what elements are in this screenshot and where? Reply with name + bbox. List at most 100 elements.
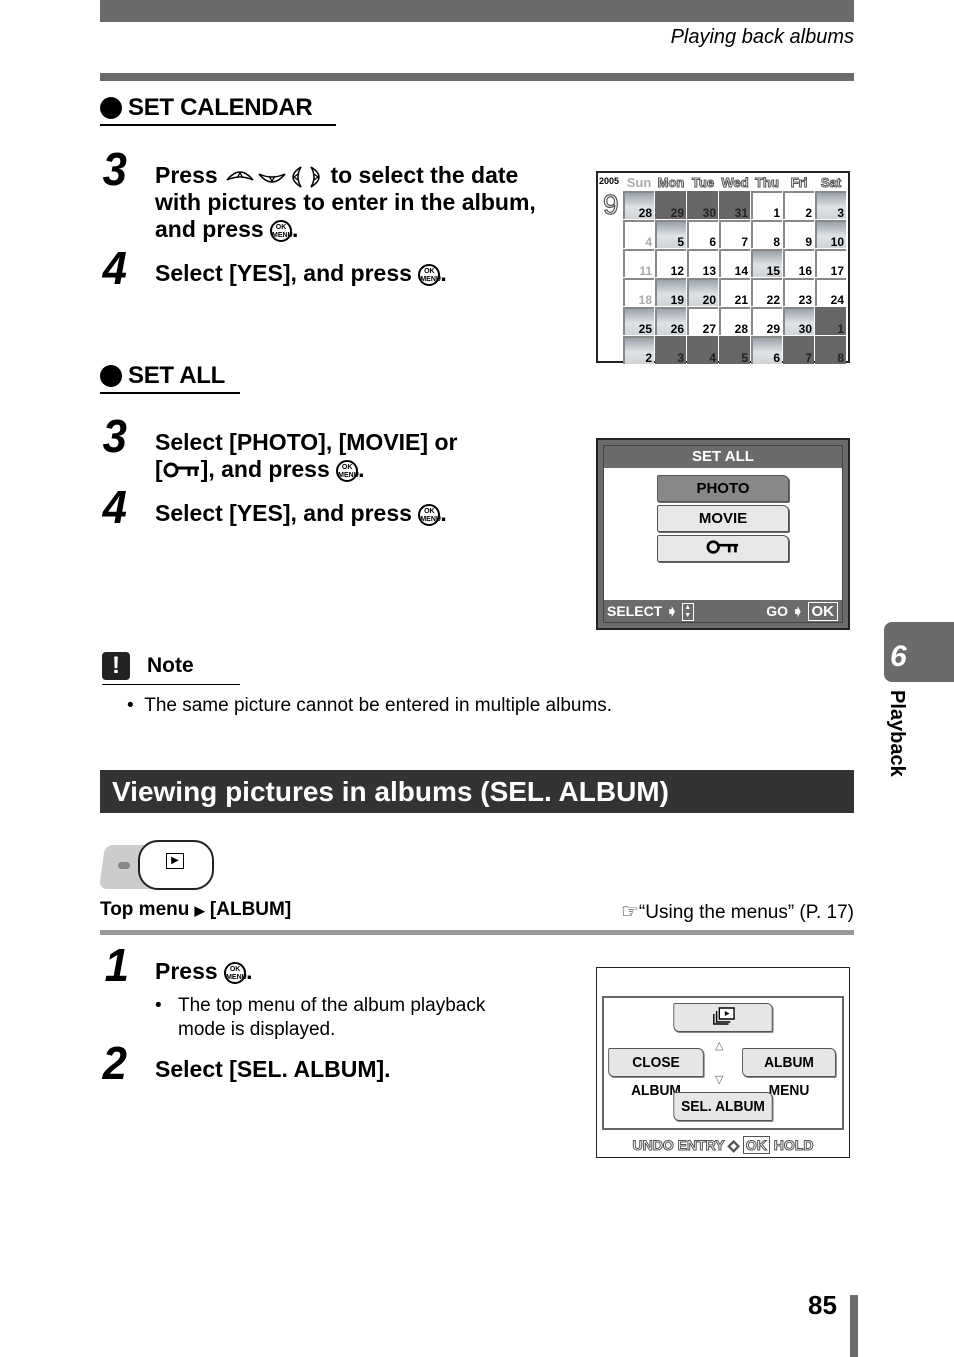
- calendar-day[interactable]: 8: [815, 336, 846, 365]
- calendar-day[interactable]: 25: [623, 307, 654, 336]
- weekday-sun: Sun: [626, 175, 652, 190]
- album-playback-button[interactable]: [673, 1003, 773, 1032]
- calendar-day[interactable]: 4: [687, 336, 718, 365]
- ok-menu-button-icon: OK MENU: [418, 263, 441, 286]
- protect-key-icon: [706, 540, 739, 554]
- running-head: Playing back albums: [670, 26, 854, 48]
- calendar-day[interactable]: 1: [751, 191, 782, 220]
- sel-album-button[interactable]: SEL. ALBUM: [673, 1092, 773, 1121]
- step-text: Select [YES], and press: [155, 260, 412, 286]
- set-all-screen: SET ALL PHOTO MOVIE SELECT ➧ ▲ ▼ GO ➧ OK: [596, 438, 850, 630]
- step-number: 3: [102, 410, 127, 462]
- calendar-day[interactable]: 26: [655, 307, 686, 336]
- set-calendar-title: SET CALENDAR: [128, 94, 313, 121]
- exclamation-icon: !: [102, 652, 130, 680]
- note-title: Note: [147, 654, 194, 677]
- calendar-day[interactable]: 13: [687, 249, 718, 278]
- calendar-day[interactable]: 4: [623, 220, 654, 249]
- section-banner: Viewing pictures in albums (SEL. ALBUM): [100, 770, 854, 813]
- page-number-bar: [850, 1295, 858, 1357]
- menu-path: Top menu ▶ [ALBUM]: [100, 899, 292, 920]
- down-triangle-icon: ▽: [715, 1074, 724, 1086]
- option-movie[interactable]: MOVIE: [657, 505, 789, 532]
- calendar-day[interactable]: 12: [655, 249, 686, 278]
- go-hint: GO ➧ OK: [766, 600, 838, 623]
- album-menu-button[interactable]: ALBUM MENU: [742, 1048, 836, 1099]
- protect-key-icon: [163, 462, 199, 478]
- ok-menu-button-icon: OK MENU: [336, 459, 359, 482]
- set-all-title: SET ALL: [128, 362, 226, 389]
- calendar-day[interactable]: 23: [783, 278, 814, 307]
- set-calendar-heading: SET CALENDAR: [100, 94, 336, 126]
- step-text: Press: [155, 162, 218, 188]
- step-1-text: Press OK MENU.: [155, 958, 253, 984]
- step-3-calendar-text: Press to select the date with pictures t…: [155, 162, 536, 242]
- calendar-screen: 2005 9 Sun Mon Tue Wed Thu Fri Sat 28 29 30 31 1 2 3…: [596, 171, 850, 365]
- pointing-hand-icon: ☞: [620, 901, 639, 923]
- calendar-day[interactable]: 17: [815, 249, 846, 278]
- note-heading: ! Note: [102, 652, 240, 685]
- calendar-day[interactable]: 2: [623, 336, 654, 365]
- ok-menu-button-icon: OK MENU: [418, 503, 441, 526]
- set-all-panel: SET ALL PHOTO MOVIE SELECT ➧ ▲ ▼ GO ➧ OK: [603, 445, 843, 623]
- calendar-day[interactable]: 30: [687, 191, 718, 220]
- album-footer-hint: UNDO ENTRY ◇ OK HOLD: [632, 1136, 814, 1154]
- calendar-day[interactable]: 19: [655, 278, 686, 307]
- page-number: 85: [808, 1290, 837, 1320]
- step-number: 1: [104, 939, 129, 991]
- album-menu-frame: CLOSE ALBUM ALBUM MENU △ ▽ SEL. ALBUM: [602, 996, 844, 1130]
- weekday-mon: Mon: [657, 175, 685, 191]
- calendar-day[interactable]: 2: [783, 191, 814, 220]
- ok-label: OK: [807, 602, 838, 621]
- calendar-day[interactable]: 27: [687, 307, 718, 336]
- calendar-day[interactable]: 15: [751, 249, 782, 278]
- calendar-day[interactable]: 28: [623, 191, 654, 220]
- calendar-day[interactable]: 5: [719, 336, 750, 365]
- calendar-day[interactable]: 28: [719, 307, 750, 336]
- album-play-icon: [713, 1007, 735, 1025]
- playback-mode-dial-icon: ▶: [98, 840, 214, 890]
- calendar-day[interactable]: 16: [783, 249, 814, 278]
- step-4-setall-text: Select [YES], and press OK MENU.: [155, 500, 447, 526]
- calendar-day[interactable]: 29: [655, 191, 686, 220]
- step-text: Select [PHOTO], [MOVIE] or: [155, 429, 458, 455]
- calendar-day[interactable]: 30: [783, 307, 814, 336]
- calendar-day[interactable]: 7: [719, 220, 750, 249]
- weekday-sat: Sat: [820, 175, 842, 191]
- weekday-tue: Tue: [691, 175, 715, 191]
- right-arrow-button-icon: [310, 166, 320, 188]
- calendar-day[interactable]: 22: [751, 278, 782, 307]
- close-album-button[interactable]: CLOSE ALBUM: [608, 1048, 704, 1099]
- calendar-day[interactable]: 18: [623, 278, 654, 307]
- calendar-day[interactable]: 20: [687, 278, 718, 307]
- calendar-day[interactable]: 7: [783, 336, 814, 365]
- calendar-day[interactable]: 10: [815, 220, 846, 249]
- calendar-day[interactable]: 3: [655, 336, 686, 365]
- calendar-day[interactable]: 11: [623, 249, 654, 278]
- down-arrow-button-icon: [258, 173, 286, 183]
- triangle-right-icon: ▶: [194, 903, 205, 918]
- step-number: 4: [102, 481, 127, 533]
- calendar-day[interactable]: 1: [815, 307, 846, 336]
- option-protect[interactable]: [657, 535, 789, 562]
- calendar-day[interactable]: 31: [719, 191, 750, 220]
- calendar-day[interactable]: 3: [815, 191, 846, 220]
- weekday-thu: Thu: [755, 175, 780, 191]
- header-divider: [100, 73, 854, 81]
- calendar-day[interactable]: 21: [719, 278, 750, 307]
- calendar-day[interactable]: 9: [783, 220, 814, 249]
- calendar-day[interactable]: 8: [751, 220, 782, 249]
- option-photo[interactable]: PHOTO: [657, 475, 789, 502]
- calendar-day[interactable]: 6: [687, 220, 718, 249]
- calendar-day[interactable]: 14: [719, 249, 750, 278]
- calendar-day[interactable]: 6: [751, 336, 782, 365]
- set-all-footer: SELECT ➧ ▲ ▼ GO ➧ OK: [604, 600, 842, 622]
- menu-reference[interactable]: ☞“Using the menus” (P. 17): [621, 899, 854, 924]
- calendar-day[interactable]: 29: [751, 307, 782, 336]
- calendar-day[interactable]: 24: [815, 278, 846, 307]
- step-number: 3: [102, 143, 127, 195]
- ok-menu-button-icon: OK MENU: [224, 961, 247, 984]
- calendar-day[interactable]: 5: [655, 220, 686, 249]
- weekday-wed: Wed: [721, 175, 749, 191]
- calendar-month: 9: [602, 188, 619, 220]
